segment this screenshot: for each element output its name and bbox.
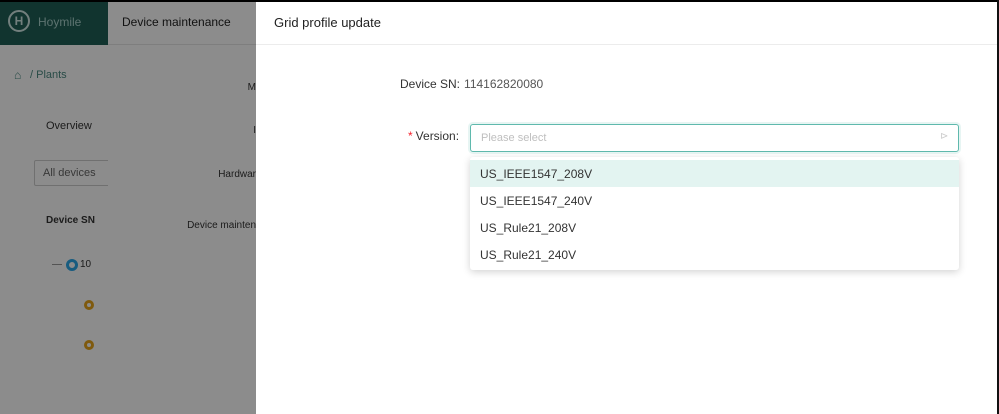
device-sn-row: Device SN: 114162820080 <box>400 77 543 91</box>
dropdown-option[interactable]: US_IEEE1547_240V <box>470 187 959 214</box>
version-select-placeholder: Please select <box>481 132 547 144</box>
drawer-header: Grid profile update <box>256 0 999 45</box>
window-top-border <box>0 0 999 2</box>
required-mark: * <box>408 129 413 143</box>
modal-overlay[interactable] <box>0 0 256 414</box>
dropdown-option[interactable]: US_Rule21_240V <box>470 241 959 268</box>
grid-profile-update-drawer: Grid profile update Device SN: 1141628200… <box>256 0 999 414</box>
device-sn-label: Device SN: <box>400 77 461 91</box>
dropdown-option[interactable]: US_Rule21_208V <box>470 214 959 241</box>
version-label: * Version: <box>408 129 459 143</box>
version-label-text: Version: <box>415 129 460 143</box>
select-arrow-icon: ⊳ <box>940 131 949 142</box>
version-dropdown: US_IEEE1547_208V US_IEEE1547_240V US_Rul… <box>470 157 959 270</box>
dropdown-option[interactable]: US_IEEE1547_208V <box>470 160 959 187</box>
version-select[interactable]: Please select ⊳ <box>470 124 959 152</box>
device-sn-value: 114162820080 <box>464 77 544 91</box>
drawer-title: Grid profile update <box>274 15 381 30</box>
